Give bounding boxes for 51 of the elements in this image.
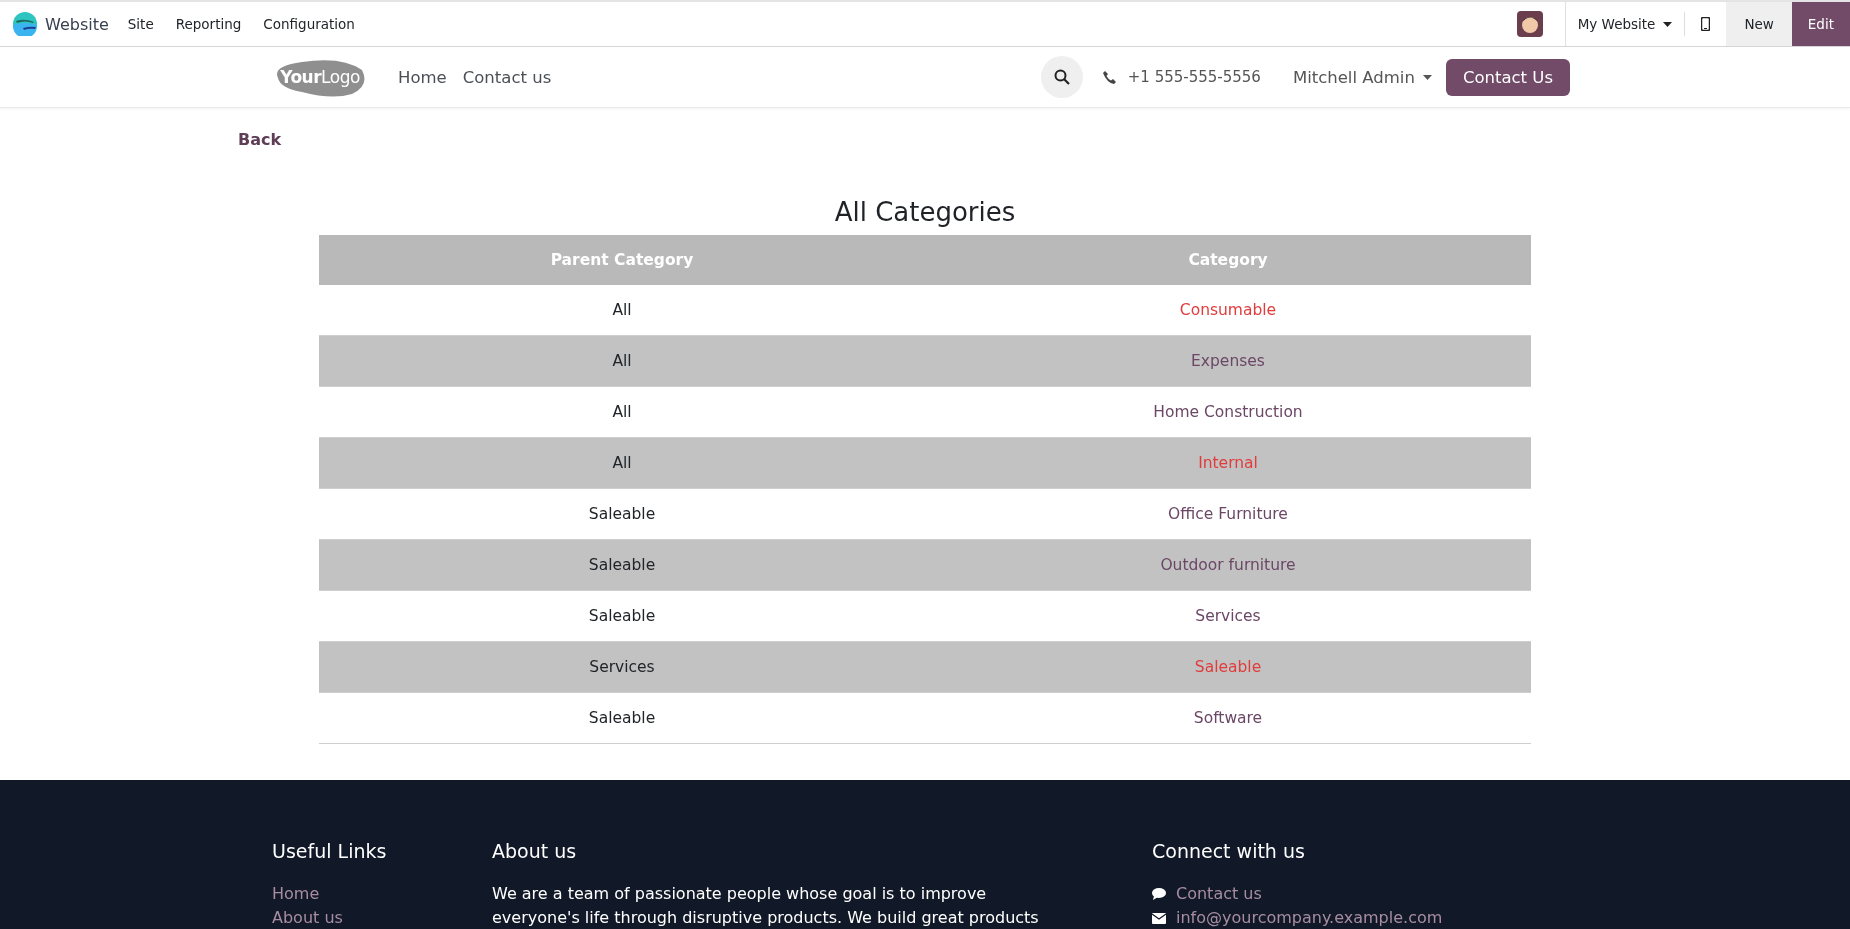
footer-link[interactable]: About us [272,906,492,929]
column-header: Category [925,235,1531,285]
menu-item[interactable]: Configuration [252,16,366,32]
mobile-icon[interactable] [1701,17,1711,31]
footer-link[interactable]: Contact us [1176,882,1262,906]
chat-icon [1152,888,1166,900]
footer-link[interactable]: Home [272,882,492,906]
page-title: All Categories [833,197,1017,227]
app-name[interactable]: Website [45,14,109,34]
table-cell: Saleable [319,590,925,642]
table-cell: Consumable [925,285,1531,336]
edit-button[interactable]: Edit [1791,2,1850,46]
table-cell: Services [925,590,1531,642]
footer-heading: Connect with us [1152,840,1306,862]
avatar-icon[interactable] [1516,11,1543,37]
search-icon [1053,69,1070,85]
table-cell: Office Furniture [925,488,1531,540]
menu-item[interactable]: Reporting [164,16,253,32]
user-menu[interactable]: Mitchell Admin [1292,67,1432,87]
table-cell: Home Construction [925,386,1531,438]
search-button[interactable] [1040,56,1083,98]
footer-heading: About us [492,840,578,862]
table-cell: Services [319,641,925,693]
back-link[interactable]: Back [238,130,282,149]
table-cell: Internal [925,437,1531,489]
footer-link[interactable]: info@yourcompany.example.com [1176,906,1443,929]
table-cell: Outdoor furniture [925,539,1531,591]
table-cell: All [319,285,925,336]
contact-us-button[interactable]: Contact Us [1445,58,1570,96]
new-button[interactable]: New [1726,2,1792,46]
menu-item[interactable]: Site [116,16,165,32]
caret-icon [1663,21,1673,27]
table-cell: All [319,386,925,438]
app-logo-icon [13,12,37,36]
nav-link[interactable]: Contact us [462,67,552,87]
table-cell: Saleable [319,539,925,591]
nav-link[interactable]: Home [398,67,447,87]
table-cell: All [319,335,925,387]
footer-heading: Useful Links [272,840,388,862]
envelope-icon [1152,912,1166,924]
about-text: We are a team of passionate people whose goal is to improve everyone's life through disruptive products. We build great products [492,883,1040,929]
column-header: Parent Category [319,235,925,285]
table-cell: Expenses [925,335,1531,387]
table-cell: Saleable [925,641,1531,693]
table-cell: Saleable [319,692,925,744]
phone-icon [1102,70,1116,84]
table-cell: Software [925,692,1531,744]
phone-number[interactable]: +1 555-555-5556 [1127,68,1261,86]
table-cell: All [319,437,925,489]
caret-icon [1422,74,1432,80]
table-cell: Saleable [319,488,925,540]
